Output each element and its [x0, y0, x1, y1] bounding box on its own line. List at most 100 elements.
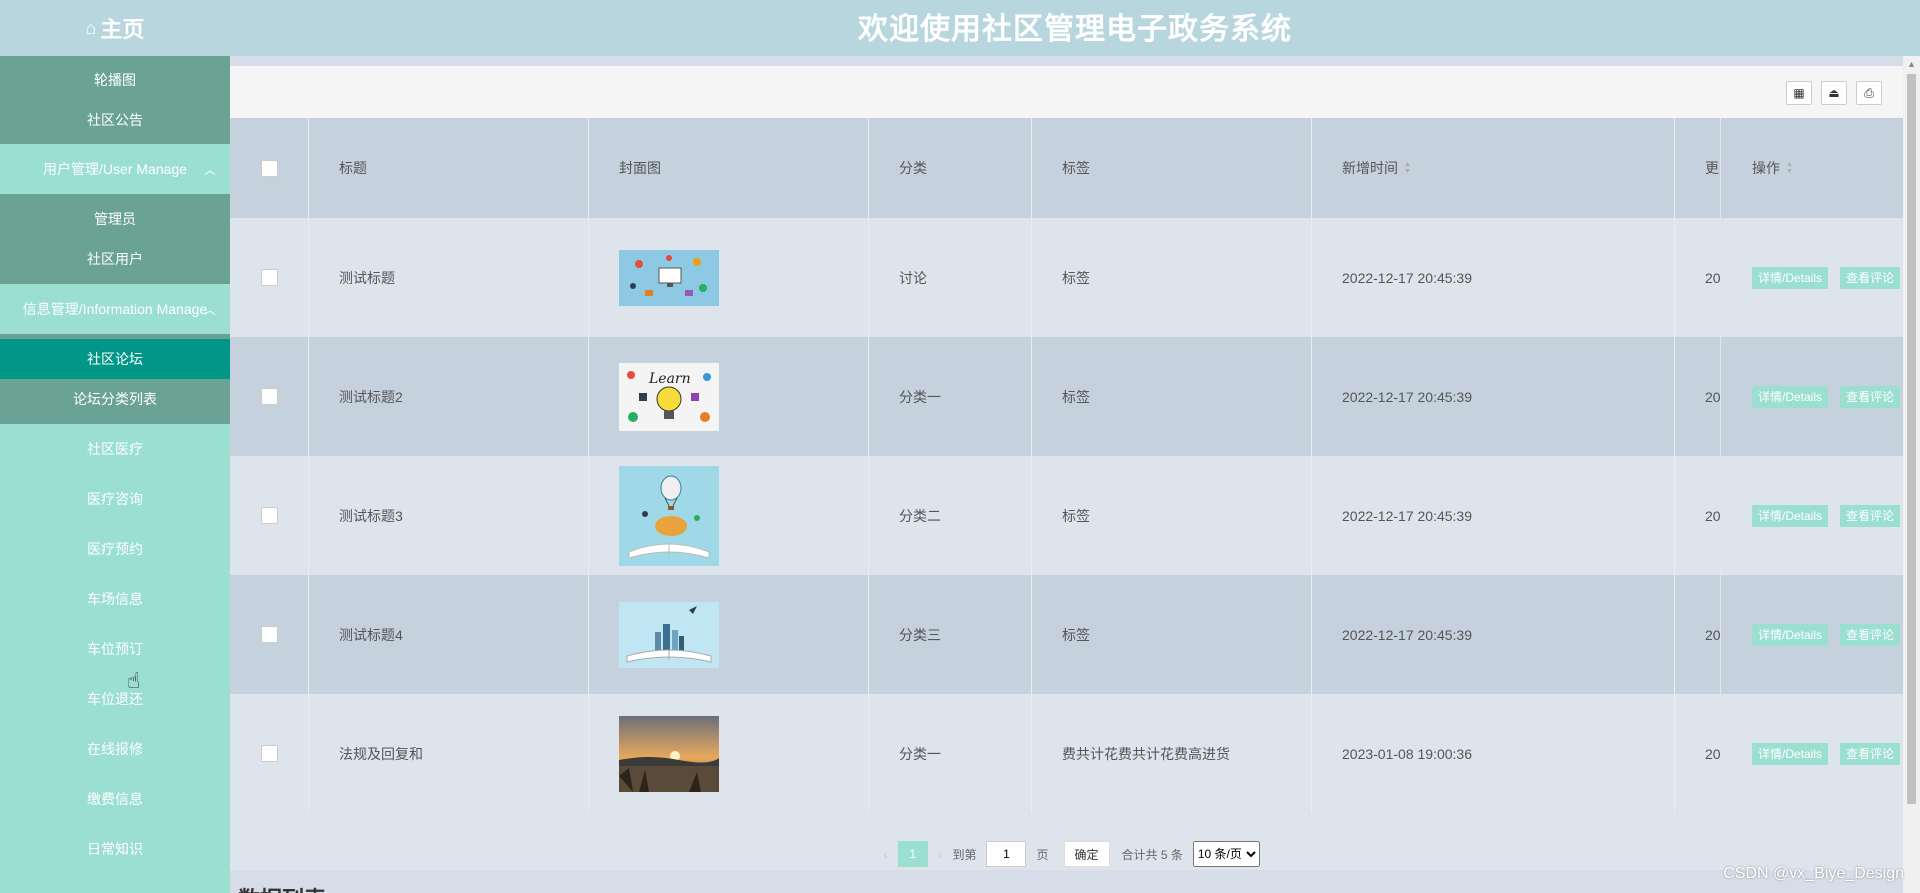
sort-icon[interactable]: ▲ ▼ [1786, 161, 1793, 175]
sidebar-item-announcement[interactable]: 社区公告 [0, 100, 230, 140]
menu-user-manage-label: 用户管理/User Manage [43, 161, 187, 177]
view-comments-button[interactable]: 查看评论 [1840, 385, 1901, 408]
row-time: 2023-01-08 19:00:36 [1342, 745, 1472, 762]
sidebar-item-community-users[interactable]: 社区用户 [0, 239, 230, 279]
details-button[interactable]: 详情/Details [1752, 742, 1829, 765]
header-created-time[interactable]: 新增时间 ▲ ▼ [1312, 118, 1675, 218]
sort-icon[interactable]: ▲ ▼ [1404, 161, 1411, 175]
header-tag-label: 标签 [1062, 160, 1090, 176]
cell-cover [589, 456, 869, 575]
goto-page-input[interactable] [986, 841, 1027, 867]
sidebar-item-repair[interactable]: 在线报修 [0, 724, 230, 774]
sidebar-item-admin[interactable]: 管理员 [0, 199, 230, 239]
view-comments-button[interactable]: 查看评论 [1840, 623, 1901, 646]
row-updated: 20 [1705, 745, 1721, 762]
row-actions: 详情/Details 查看评论 [1720, 694, 1903, 813]
select-all-checkbox[interactable] [260, 159, 278, 177]
cell-category: 分类三 [869, 575, 1032, 694]
cell-title: 测试标题2 [309, 337, 589, 456]
row-time: 2022-12-17 20:45:39 [1342, 626, 1472, 643]
cover-image-learn: Learn [619, 362, 719, 431]
row-select-cell [230, 337, 309, 456]
cell-title: 法规及回复和 [309, 694, 589, 813]
view-comments-button[interactable]: 查看评论 [1840, 266, 1901, 289]
row-tag: 标签 [1062, 269, 1090, 286]
row-time: 2022-12-17 20:45:39 [1342, 507, 1472, 524]
sidebar-item-forum[interactable]: 社区论坛 [0, 339, 230, 379]
sidebar-item-daily-knowledge[interactable]: 日常知识 [0, 824, 230, 874]
prev-page-icon[interactable]: ‹ [883, 846, 888, 862]
cell-category: 分类一 [869, 337, 1032, 456]
header-tag: 标签 [1032, 118, 1312, 218]
data-table: 标题 封面图 分类 标签 新增时间 ▲ ▼ 更 操作 ▲ ▼ 测试标题 讨论 标… [230, 118, 1903, 870]
cell-tag: 标签 [1032, 218, 1312, 337]
header-actions-label: 操作 [1752, 160, 1780, 176]
header-category: 分类 [869, 118, 1032, 218]
menu-user-manage[interactable]: 用户管理/User Manage ︿ [0, 144, 230, 194]
cell-title: 测试标题3 [309, 456, 589, 575]
home-link[interactable]: ⌂ 主页 [0, 0, 230, 56]
scroll-up-icon[interactable]: ▲ [1907, 59, 1916, 69]
menu-info-manage[interactable]: 信息管理/Information Manage ︿ [0, 284, 230, 334]
menu-info-manage-label: 信息管理/Information Manage [22, 301, 208, 317]
sidebar-item-medical[interactable]: 社区医疗 [0, 424, 230, 474]
details-button[interactable]: 详情/Details [1752, 266, 1829, 289]
goto-confirm-button[interactable]: 确定 [1063, 841, 1110, 867]
cell-cover [589, 575, 869, 694]
row-title: 测试标题3 [339, 507, 403, 524]
row-time: 2022-12-17 20:45:39 [1342, 388, 1472, 405]
cell-tag: 标签 [1032, 337, 1312, 456]
cover-image-book-city [619, 601, 719, 668]
sidebar-item-medical-consult[interactable]: 医疗咨询 [0, 474, 230, 524]
view-comments-button[interactable]: 查看评论 [1840, 504, 1901, 527]
details-button[interactable]: 详情/Details [1752, 504, 1829, 527]
sidebar-item-parking-return[interactable]: 车位退还 [0, 674, 230, 724]
cell-cover [589, 218, 869, 337]
select-all-cell [230, 118, 309, 218]
qrcode-icon[interactable]: ▦ [1786, 81, 1812, 105]
user-manage-submenu: 管理员 社区用户 [0, 194, 230, 284]
sidebar-item-medical-booking[interactable]: 医疗预约 [0, 524, 230, 574]
cell-category: 分类二 [869, 456, 1032, 575]
row-checkbox[interactable] [260, 269, 278, 286]
sidebar-item-parking-info[interactable]: 车场信息 [0, 574, 230, 624]
sidebar-item-payment[interactable]: 缴费信息 [0, 774, 230, 824]
header-title-label: 标题 [339, 160, 367, 176]
details-button[interactable]: 详情/Details [1752, 385, 1829, 408]
sidebar-item-carousel[interactable]: 轮播图 [0, 60, 230, 100]
cover-image-book-balloon [619, 465, 719, 566]
row-checkbox[interactable] [260, 626, 278, 643]
cell-cover: Learn [589, 337, 869, 456]
view-comments-button[interactable]: 查看评论 [1840, 742, 1901, 765]
row-updated: 20 [1705, 388, 1721, 405]
header-updated-label: 更 [1705, 160, 1719, 176]
cover-image-tech [619, 249, 719, 306]
row-checkbox[interactable] [260, 388, 278, 405]
row-checkbox[interactable] [260, 745, 278, 762]
home-icon: ⌂ [85, 17, 97, 38]
table-row: 法规及回复和 分类一 费共计花费共计花费高进货 2023-01-08 19:00… [230, 694, 1903, 813]
sidebar-item-forum-categories[interactable]: 论坛分类列表 [0, 379, 230, 419]
row-updated: 20 [1705, 626, 1721, 643]
vertical-scrollbar[interactable]: ▲ [1903, 56, 1920, 893]
top-header: ⌂ 主页 欢迎使用社区管理电子政务系统 [0, 0, 1920, 56]
export-icon[interactable]: ⏏ [1821, 81, 1847, 105]
row-title: 测试标题 [339, 269, 395, 286]
vertical-scroll-thumb[interactable] [1907, 74, 1916, 804]
row-updated: 20 [1705, 269, 1721, 286]
watermark: CSDN @vx_Biye_Design [1723, 865, 1904, 882]
row-actions: 详情/Details 查看评论 [1720, 575, 1903, 694]
sidebar-item-parking-booking[interactable]: 车位预订 [0, 624, 230, 674]
cell-title: 测试标题 [309, 218, 589, 337]
page-size-select[interactable]: 10 条/页 [1192, 841, 1260, 867]
next-page-icon[interactable]: › [938, 846, 943, 862]
row-checkbox[interactable] [260, 507, 278, 524]
table-row: 测试标题4 分类三 标签 2022-12-17 20:45:39 20 详情/D… [230, 575, 1903, 694]
row-tag: 标签 [1062, 507, 1090, 524]
details-button[interactable]: 详情/Details [1752, 623, 1829, 646]
main-content: ▦ ⏏ ⎙ 标题 封面图 分类 标签 新增时间 ▲ ▼ 更 操作 ▲ ▼ 测试标题 [230, 56, 1903, 893]
row-select-cell [230, 575, 309, 694]
page-number-current[interactable]: 1 [897, 841, 928, 867]
print-icon[interactable]: ⎙ [1856, 81, 1882, 105]
row-category: 分类一 [899, 745, 941, 762]
